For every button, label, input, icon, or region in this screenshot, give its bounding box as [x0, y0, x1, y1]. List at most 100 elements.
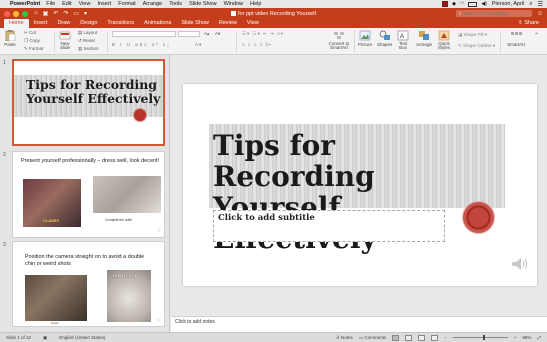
undo-icon[interactable]: ↶: [53, 10, 58, 17]
zoom-out-icon[interactable]: −: [444, 335, 447, 340]
zoom-level[interactable]: 98%: [522, 335, 531, 340]
spotlight-icon[interactable]: ⌕: [529, 1, 532, 8]
search-input[interactable]: [463, 11, 532, 16]
language-indicator[interactable]: English (United States): [59, 335, 105, 340]
app-status-icon[interactable]: [442, 1, 449, 7]
subtitle-placeholder[interactable]: Click to add subtitle: [213, 210, 445, 242]
share-button[interactable]: ⇧ Share: [510, 20, 547, 28]
collapse-ribbon-icon[interactable]: ⌃: [534, 32, 539, 39]
bullet-list-icons[interactable]: ☰▾ ☷▾ ⇤ ⇥ ≡▾: [242, 31, 284, 37]
thumb-seal: [133, 108, 147, 122]
tab-review[interactable]: Review: [214, 19, 242, 28]
slideshow-icon[interactable]: ▭: [73, 10, 79, 17]
slide-thumbnail-1[interactable]: Tips for Recording Yourself Effectively: [12, 59, 165, 146]
text-box-label: Text Box: [398, 41, 408, 50]
slide-thumbnail-2[interactable]: Present yourself professionally – dress …: [12, 151, 165, 238]
minimize-window-button[interactable]: [13, 10, 19, 17]
menu-window[interactable]: Window: [224, 1, 244, 7]
slide-thumbnail-3[interactable]: Position the camera straight on to avoid…: [12, 241, 165, 327]
text-box-button[interactable]: A Text Box: [396, 30, 410, 50]
tab-home[interactable]: Home: [4, 19, 29, 28]
alignment-icons[interactable]: ≡ ≡ ≡ ≡ ⫼▾: [242, 42, 272, 47]
audio-speaker-icon[interactable]: [511, 257, 531, 271]
menu-view[interactable]: View: [79, 1, 91, 7]
slide-editor[interactable]: Tips for Recording Yourself Effectively …: [171, 55, 547, 316]
new-slide-icon: [59, 31, 71, 40]
menu-edit[interactable]: Edit: [62, 1, 71, 7]
menu-insert[interactable]: Insert: [97, 1, 111, 7]
font-name-box[interactable]: [112, 31, 176, 37]
shape-outline-button[interactable]: ✎ Shape Outline ▾: [458, 43, 495, 49]
tab-animations[interactable]: Animations: [139, 19, 176, 28]
dropbox-icon[interactable]: ◆: [452, 1, 456, 7]
thumb-photo-camera: [25, 275, 87, 321]
picture-button[interactable]: Picture: [358, 30, 372, 47]
grow-font-icon[interactable]: A▴: [204, 31, 209, 37]
search-box[interactable]: ⌕: [455, 10, 532, 17]
scissors-icon: ✂: [24, 30, 28, 35]
comments-toggle[interactable]: ▭ Comments: [359, 335, 386, 341]
fit-to-window-icon[interactable]: ⤢: [537, 335, 541, 340]
notes-toggle[interactable]: ≙ Notes: [336, 335, 353, 341]
copy-button[interactable]: ❐ Copy: [24, 38, 40, 44]
reset-button[interactable]: ↺ Reset: [78, 38, 95, 44]
close-window-button[interactable]: [4, 10, 10, 17]
font-color-icon[interactable]: A ▾: [195, 42, 201, 48]
zoom-window-button[interactable]: [22, 10, 28, 17]
tab-view[interactable]: View: [242, 19, 264, 28]
font-style-buttons[interactable]: B I U abc x² x₂: [112, 42, 171, 47]
tab-design[interactable]: Design: [75, 19, 102, 28]
menu-slide-show[interactable]: Slide Show: [189, 1, 217, 7]
app-menu[interactable]: PowerPoint: [10, 1, 40, 7]
paste-button[interactable]: Paste: [4, 30, 16, 47]
paste-label: Paste: [4, 42, 16, 47]
shrink-font-icon[interactable]: A▾: [215, 31, 220, 37]
normal-view-button[interactable]: [392, 334, 400, 341]
menu-list-icon[interactable]: ☰: [538, 1, 543, 8]
menu-file[interactable]: File: [46, 1, 55, 7]
account-icon[interactable]: ☺: [537, 11, 543, 17]
home-icon[interactable]: ⌂: [34, 10, 38, 17]
volume-icon[interactable]: ◀): [481, 1, 487, 7]
notes-pane[interactable]: Click to add notes: [171, 316, 547, 332]
layout-button[interactable]: ▤ Layout: [78, 30, 97, 36]
tab-insert[interactable]: Insert: [29, 19, 53, 28]
tab-transitions[interactable]: Transitions: [102, 19, 139, 28]
slide-thumbnail-pane[interactable]: 1 Tips for Recording Yourself Effectivel…: [0, 55, 170, 332]
zoom-slider-thumb[interactable]: [482, 335, 485, 340]
smartart-button[interactable]: SmartArt: [505, 30, 527, 47]
save-icon[interactable]: ▣: [43, 10, 49, 17]
menu-format[interactable]: Format: [118, 1, 135, 7]
font-size-box[interactable]: [178, 31, 200, 37]
format-painter-button[interactable]: ✎ Format: [24, 46, 43, 52]
current-slide[interactable]: Tips for Recording Yourself Effectively …: [183, 84, 537, 286]
shapes-button[interactable]: Shapes: [377, 30, 392, 47]
zoom-in-icon[interactable]: +: [514, 335, 517, 340]
menu-tools[interactable]: Tools: [169, 1, 182, 7]
customize-toolbar-icon[interactable]: ▾: [84, 10, 87, 17]
cut-button[interactable]: ✂ Cut: [24, 30, 36, 36]
battery-icon[interactable]: [468, 1, 478, 7]
wax-seal: [463, 202, 494, 233]
redo-icon[interactable]: ↷: [63, 10, 68, 17]
zoom-slider[interactable]: [452, 335, 508, 340]
reading-view-button[interactable]: [418, 334, 426, 341]
user-name[interactable]: Pierson, April: [492, 1, 524, 7]
status-icons: ◆ ◠ ◀): [442, 1, 487, 7]
tab-slide-show[interactable]: Slide Show: [176, 19, 214, 28]
section-button[interactable]: ▥ Section: [78, 46, 99, 52]
arrange-button[interactable]: Arrange: [416, 30, 432, 47]
slide-sorter-button[interactable]: [405, 334, 413, 341]
new-slide-button[interactable]: New Slide: [58, 30, 72, 50]
slideshow-view-button[interactable]: [431, 334, 439, 341]
convert-smartart-button[interactable]: Convert to SmartArt: [328, 30, 350, 50]
ribbon-separator: [107, 31, 108, 52]
wifi-icon[interactable]: ◠: [460, 1, 464, 7]
quick-styles-button[interactable]: Quick Styles: [437, 30, 451, 50]
shape-fill-button[interactable]: ◪ Shape Fill ▾: [458, 32, 487, 38]
new-slide-label: New Slide: [59, 41, 70, 50]
menu-help[interactable]: Help: [250, 1, 261, 7]
menu-arrange[interactable]: Arrange: [143, 1, 163, 7]
spellcheck-icon[interactable]: ▣: [43, 335, 47, 341]
tab-draw[interactable]: Draw: [52, 19, 75, 28]
